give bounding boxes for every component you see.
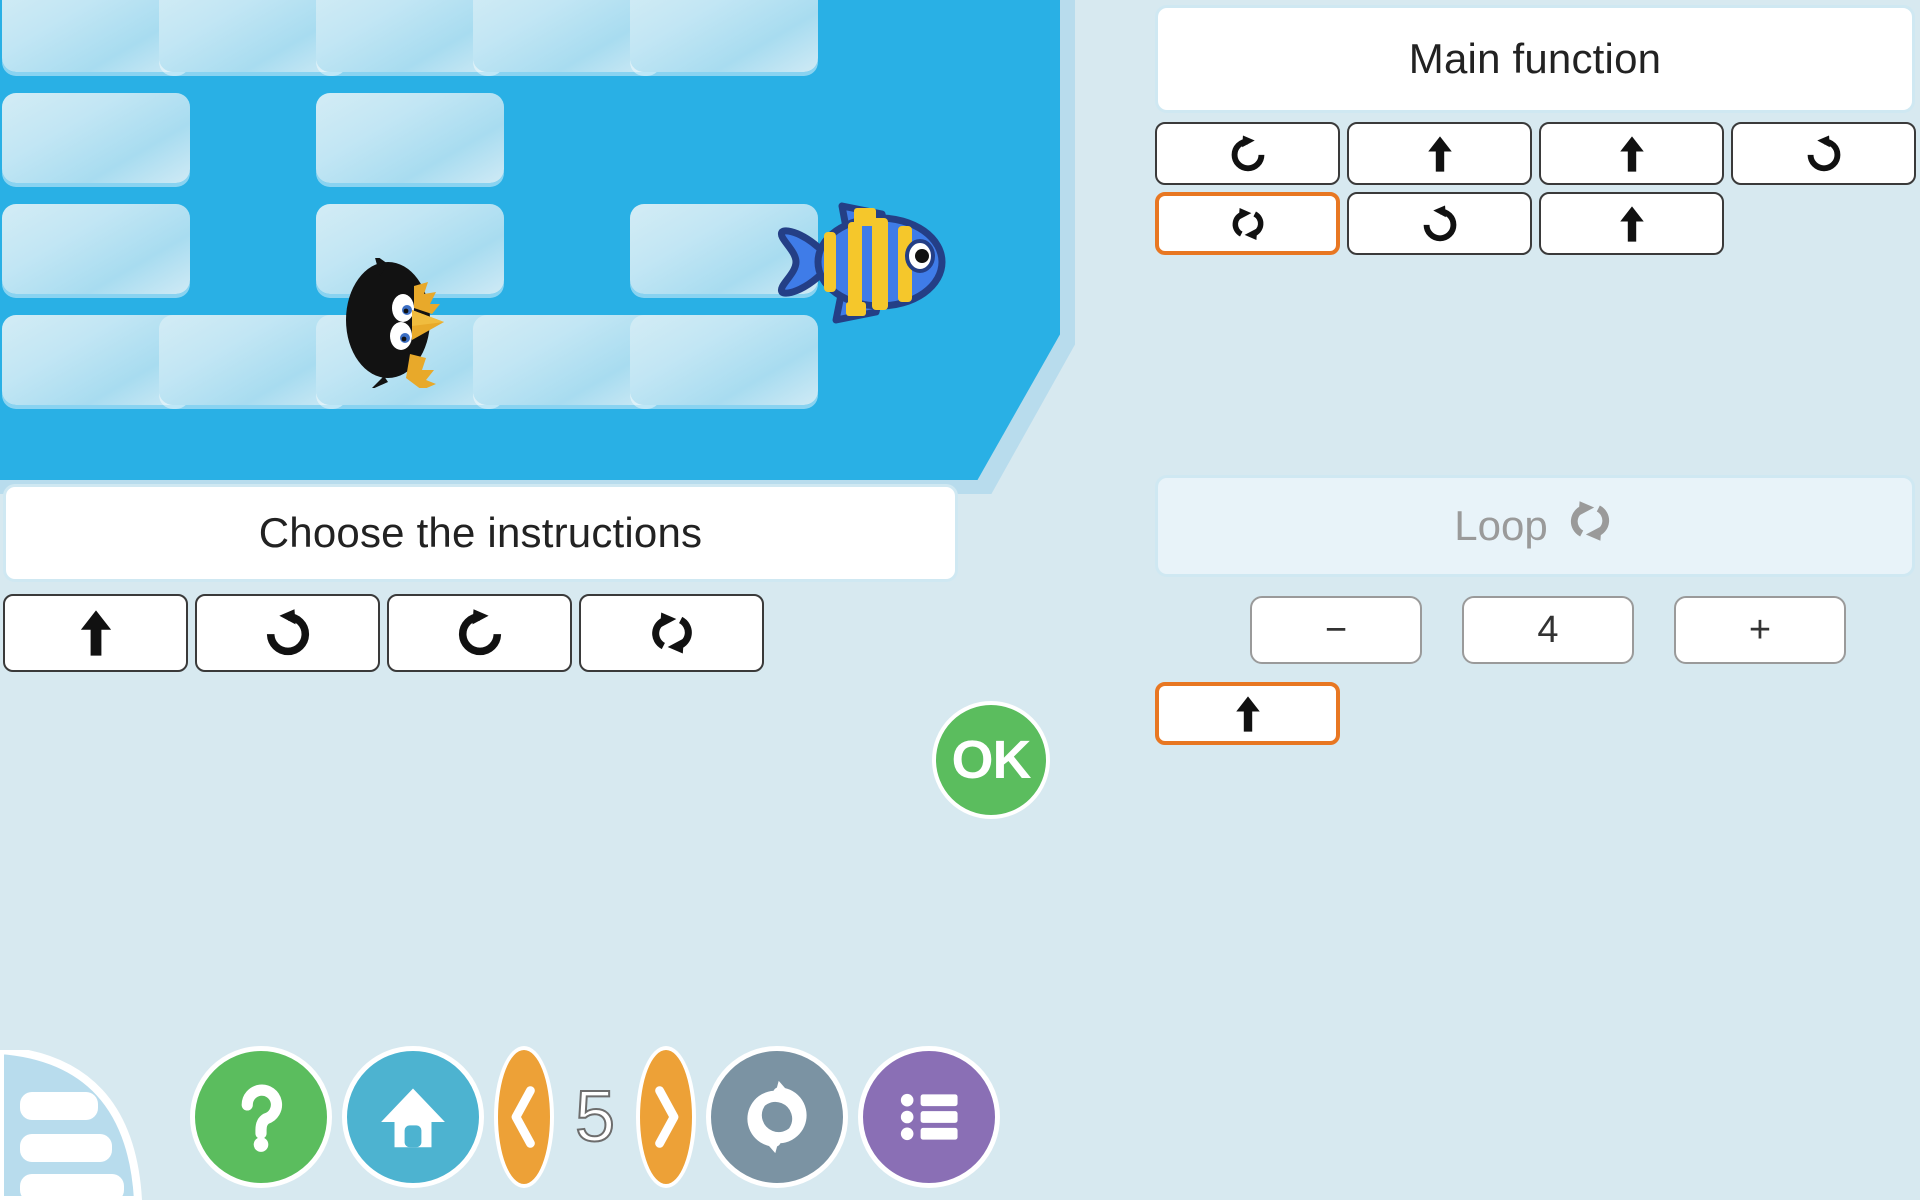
main-instruction-rotate-left-icon[interactable] <box>1731 122 1916 185</box>
rotate-left-icon <box>1419 203 1461 245</box>
ice-tile <box>630 0 818 72</box>
loop-body-program <box>1155 682 1340 745</box>
loop-instruction-arrow-up-icon[interactable] <box>1155 682 1340 745</box>
instruction-palette <box>3 594 764 672</box>
loop-title: Loop <box>1155 475 1915 577</box>
loop-count-value[interactable]: 4 <box>1462 596 1634 664</box>
ok-button-label: OK <box>951 730 1032 790</box>
home-icon[interactable] <box>342 1046 484 1188</box>
loop-title-label: Loop <box>1454 502 1548 549</box>
toolbar-icons: 5 <box>190 1046 1000 1188</box>
level-number-label: 5 <box>574 1076 616 1158</box>
loop-icon <box>645 606 699 660</box>
rotate-right-icon <box>453 606 507 660</box>
arrow-up-icon <box>1611 203 1653 245</box>
level-number: 5 <box>564 1046 626 1188</box>
rotate-right-icon <box>1227 133 1269 175</box>
main-instruction-rotate-right-icon[interactable] <box>1155 122 1340 185</box>
game-board <box>0 0 1075 494</box>
penguin-sprite <box>340 254 460 390</box>
palette-button-rotate-right-icon[interactable] <box>387 594 572 672</box>
loop-decrement-label: − <box>1324 608 1348 651</box>
bottom-toolbar: 5 <box>0 1020 1920 1200</box>
prev-level-icon[interactable] <box>494 1046 554 1188</box>
main-function-title: Main function <box>1155 5 1915 113</box>
main-instruction-rotate-left-icon[interactable] <box>1347 192 1532 255</box>
next-level-icon[interactable] <box>636 1046 696 1188</box>
ice-tile <box>316 93 504 183</box>
rotate-left-icon <box>261 606 315 660</box>
main-function-program <box>1155 122 1920 255</box>
document-icon[interactable] <box>0 1045 160 1200</box>
main-function-label: Main function <box>1408 35 1662 82</box>
restart-icon[interactable] <box>706 1046 848 1188</box>
rotate-left-icon <box>1803 133 1845 175</box>
main-instruction-arrow-up-icon[interactable] <box>1347 122 1532 185</box>
fish-sprite <box>770 198 955 326</box>
arrow-up-icon <box>1227 693 1269 735</box>
choose-instructions-title: Choose the instructions <box>3 484 958 582</box>
palette-button-arrow-up-icon[interactable] <box>3 594 188 672</box>
main-instruction-loop-icon[interactable] <box>1155 192 1340 255</box>
palette-button-rotate-left-icon[interactable] <box>195 594 380 672</box>
loop-increment-button[interactable]: + <box>1674 596 1846 664</box>
ice-tile <box>2 93 190 183</box>
help-icon[interactable] <box>190 1046 332 1188</box>
main-instruction-arrow-up-icon[interactable] <box>1539 192 1724 255</box>
ok-button[interactable]: OK <box>932 701 1050 819</box>
choose-instructions-label: Choose the instructions <box>258 509 703 556</box>
loop-increment-label: + <box>1748 608 1772 651</box>
loop-count-label: 4 <box>1537 608 1559 651</box>
main-instruction-arrow-up-icon[interactable] <box>1539 122 1724 185</box>
loop-icon <box>1564 495 1616 557</box>
menu-list-icon[interactable] <box>858 1046 1000 1188</box>
arrow-up-icon <box>1419 133 1461 175</box>
app-root: Choose the instructions OK Main function… <box>0 0 1920 1200</box>
loop-icon <box>1227 203 1269 245</box>
arrow-up-icon <box>1611 133 1653 175</box>
ice-tile <box>630 315 818 405</box>
loop-decrement-button[interactable]: − <box>1250 596 1422 664</box>
palette-button-loop-icon[interactable] <box>579 594 764 672</box>
loop-count-stepper: − 4 + <box>1250 596 1846 664</box>
ice-tile <box>2 204 190 294</box>
arrow-up-icon <box>69 606 123 660</box>
